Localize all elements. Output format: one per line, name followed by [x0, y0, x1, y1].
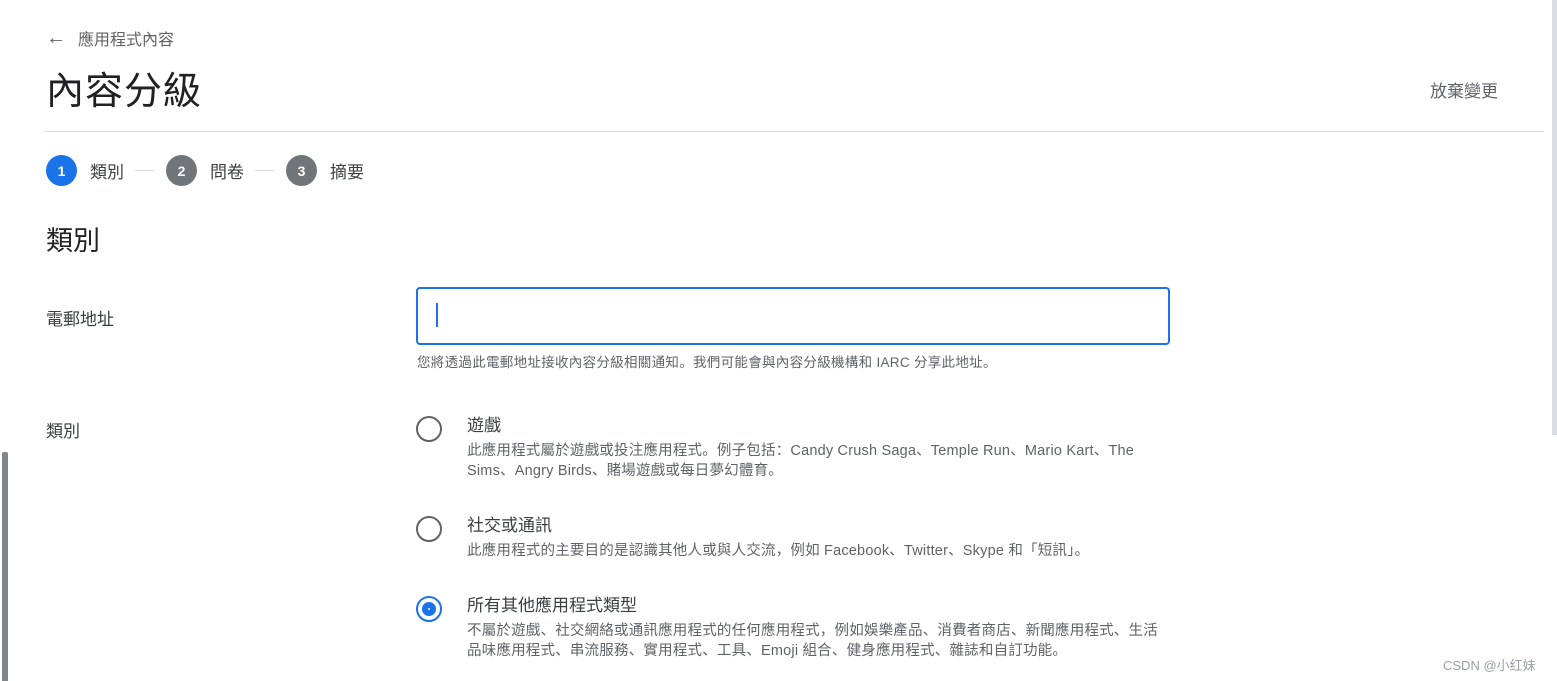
- radio-description: 不屬於遊戲、社交網絡或通訊應用程式的任何應用程式，例如娛樂產品、消費者商店、新聞…: [467, 623, 1158, 659]
- step-label: 摘要: [330, 163, 364, 182]
- step-category[interactable]: 1 類別: [46, 155, 124, 186]
- radio-button-selected[interactable]: [416, 596, 442, 622]
- radio-description: 此應用程式屬於遊戲或投注應用程式。例子包括：Candy Crush Saga、T…: [467, 443, 1135, 479]
- email-label: 電郵地址: [46, 310, 114, 329]
- step-label: 問卷: [210, 163, 244, 182]
- step-summary[interactable]: 3 摘要: [286, 155, 364, 186]
- radio-option-social[interactable]: 社交或通訊 此應用程式的主要目的是認識其他人或與人交流，例如 Facebook、…: [416, 514, 1176, 561]
- step-questionnaire[interactable]: 2 問卷: [166, 155, 244, 186]
- radio-title: 遊戲: [467, 416, 501, 435]
- header-divider: [44, 131, 1544, 132]
- back-link-label[interactable]: 應用程式內容: [78, 26, 174, 50]
- scrollbar-track-right[interactable]: [1552, 0, 1557, 435]
- step-number: 3: [286, 155, 317, 186]
- watermark: CSDN @小红妹: [1443, 658, 1536, 673]
- stepper: 1 類別 2 問卷 3 摘要: [46, 155, 364, 186]
- page-title: 內容分級: [46, 71, 203, 113]
- email-input[interactable]: [416, 287, 1170, 345]
- radio-title: 社交或通訊: [467, 516, 552, 535]
- scrollbar-thumb-left[interactable]: [2, 452, 8, 681]
- step-connector: [255, 170, 275, 171]
- radio-title: 所有其他應用程式類型: [467, 596, 637, 615]
- discard-changes-button[interactable]: 放棄變更: [1430, 77, 1498, 102]
- step-label: 類別: [90, 163, 124, 182]
- radio-description: 此應用程式的主要目的是認識其他人或與人交流，例如 Facebook、Twitte…: [467, 543, 1090, 559]
- step-number: 1: [46, 155, 77, 186]
- radio-button[interactable]: [416, 416, 442, 442]
- step-connector: [135, 170, 155, 171]
- radio-option-games[interactable]: 遊戲 此應用程式屬於遊戲或投注應用程式。例子包括：Candy Crush Sag…: [416, 414, 1176, 481]
- step-number: 2: [166, 155, 197, 186]
- radio-button[interactable]: [416, 516, 442, 542]
- section-title: 類別: [46, 226, 100, 256]
- text-caret: [436, 303, 438, 327]
- back-link[interactable]: ← 應用程式內容: [46, 26, 174, 50]
- arrow-left-icon[interactable]: ←: [46, 28, 66, 48]
- category-label: 類別: [46, 422, 80, 441]
- email-help-text: 您將透過此電郵地址接收內容分級相關通知。我們可能會與內容分級機構和 IARC 分…: [417, 355, 997, 370]
- radio-option-other[interactable]: 所有其他應用程式類型 不屬於遊戲、社交網絡或通訊應用程式的任何應用程式，例如娛樂…: [416, 594, 1176, 661]
